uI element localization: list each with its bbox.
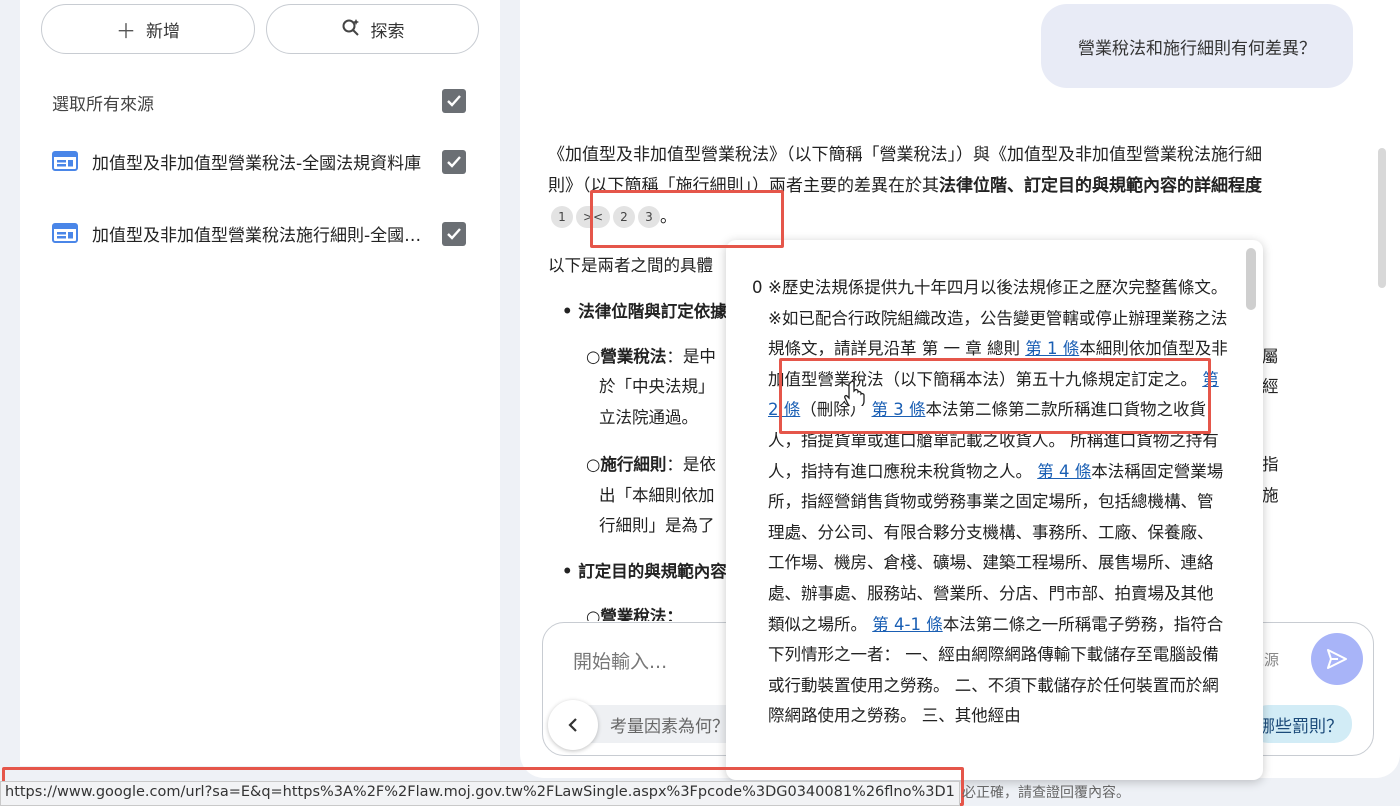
user-message: 營業稅法和施行細則有何差異？	[1041, 4, 1353, 88]
item-text: ：是中	[666, 347, 716, 366]
item-text-fragment: 施	[1262, 486, 1279, 505]
highlight-article-1	[779, 358, 1211, 434]
item-text-fragment: 指	[1262, 455, 1279, 474]
sources-panel: ＋ 新增 探索 選取所有來源 加值型及非加值型營業稅法-全國法規資料庫 加值型及…	[20, 0, 500, 766]
web-document-icon	[52, 223, 78, 243]
disclaimer-text: 必正確，請查證回覆內容。	[962, 785, 1130, 801]
source-checkbox[interactable]	[442, 150, 466, 174]
plus-icon: ＋	[116, 18, 136, 43]
item-bold: 營業稅法：	[600, 607, 683, 621]
item-text-line: 出「本細則依加	[599, 486, 715, 505]
item-bold: 營業稅法	[600, 347, 667, 366]
suggestion-chip[interactable]: 哪些罰則？	[1250, 705, 1352, 743]
sub-bullet: ○	[586, 607, 601, 621]
sub-bullet: ○	[586, 455, 601, 474]
source-text: 本法稱固定營業場所，指經營銷售貨物或勞務事業之固定場所，包括總機構、管理處、分公…	[768, 461, 1224, 634]
discover-sources-label: 探索	[370, 21, 405, 42]
select-all-label: 選取所有來源	[52, 95, 154, 115]
chat-scrollbar[interactable]	[1378, 148, 1386, 288]
discover-search-icon	[341, 17, 361, 42]
source-title: 加值型及非加值型營業稅法施行細則-全國法規資料庫	[92, 225, 424, 246]
item-bold: 施行細則	[600, 455, 667, 474]
section-heading-text: 訂定目的與規範內容	[578, 562, 727, 581]
discover-sources-button[interactable]: 探索	[266, 4, 479, 54]
section-heading: • 法律位階與訂定依據	[562, 296, 727, 327]
chat-input-placeholder: 開始輸入...	[573, 651, 668, 673]
item-text-line: 立法院通過。	[599, 408, 698, 427]
highlight-citations	[590, 190, 784, 248]
source-checkbox[interactable]	[442, 222, 466, 246]
source-item[interactable]: 加值型及非加值型營業稅法施行細則-全國法規資料庫	[52, 218, 424, 248]
item-text-fragment: 屬	[1262, 347, 1279, 366]
sub-bullet: ○	[586, 347, 601, 366]
popup-scrollbar[interactable]	[1246, 248, 1256, 310]
item-text: ：是依	[666, 455, 716, 474]
add-source-button[interactable]: ＋ 新增	[41, 4, 255, 54]
citation-source-text: 0 ※歷史法規係提供九十年四月以後法規修正之歷次完整舊條文。 ※如已配合行政院組…	[752, 273, 1228, 732]
source-item[interactable]: 加值型及非加值型營業稅法-全國法規資料庫	[52, 146, 424, 176]
list-item: ○營業稅法：	[586, 601, 683, 621]
item-text-line: 於「中央法規」	[599, 377, 715, 396]
list-item: ○營業稅法：是中	[586, 341, 716, 372]
scroll-left-button[interactable]	[548, 700, 598, 750]
citation-chip[interactable]: 1	[551, 206, 573, 228]
citation-popup: 0 ※歷史法規係提供九十年四月以後法規修正之歷次完整舊條文。 ※如已配合行政院組…	[726, 240, 1263, 780]
send-button[interactable]	[1311, 633, 1363, 685]
bullet: •	[562, 302, 579, 321]
intro-line: 以下是兩者之間的具體	[548, 256, 713, 275]
answer-bold-text: 法律位階、訂定目的與規範內容的詳細程度	[939, 176, 1262, 196]
article-link[interactable]: 第 4-1 條	[872, 615, 942, 634]
send-icon	[1327, 649, 1347, 669]
article-link[interactable]: 第 4 條	[1037, 462, 1091, 481]
select-all-checkbox[interactable]	[442, 89, 466, 113]
status-url: https://www.google.com/url?sa=E&q=https%…	[0, 781, 960, 806]
bullet: •	[562, 562, 579, 581]
item-text-line: 行細則」是為了	[599, 516, 715, 535]
article-link[interactable]: 第 1 條	[1025, 339, 1079, 358]
item-text-fragment: 經	[1262, 377, 1279, 396]
section-heading-text: 法律位階與訂定依據	[578, 302, 727, 321]
chevron-left-icon	[568, 718, 577, 732]
source-title: 加值型及非加值型營業稅法-全國法規資料庫	[92, 153, 422, 174]
citation-number: 0	[752, 278, 763, 297]
add-source-label: 新增	[146, 21, 180, 42]
section-heading: • 訂定目的與規範內容	[562, 556, 727, 587]
list-item: ○施行細則：是依	[586, 449, 716, 480]
web-document-icon	[52, 151, 78, 171]
